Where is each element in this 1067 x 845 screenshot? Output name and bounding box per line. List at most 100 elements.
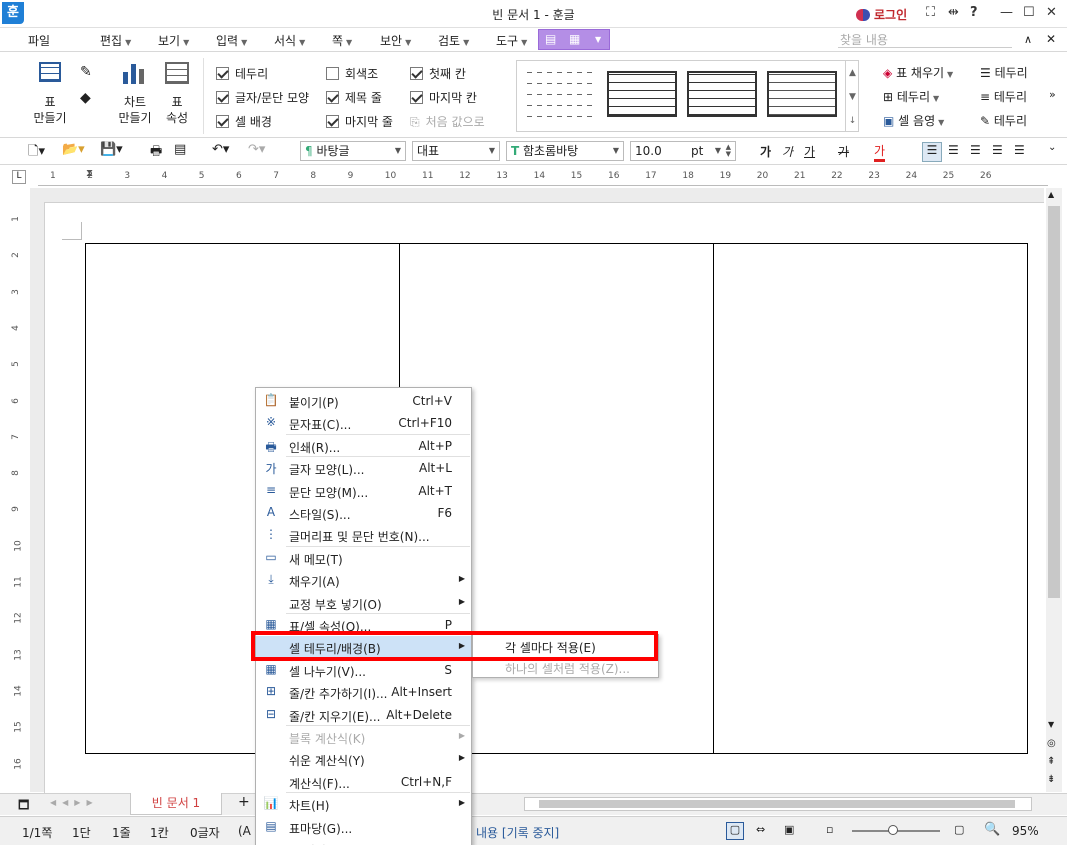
menu-review[interactable]: 검토 ▼ bbox=[438, 32, 469, 49]
context-menu-item[interactable]: ⊞ 줄/칸 추가하기(I)... Alt+Insert bbox=[256, 681, 471, 703]
context-menu-item[interactable]: ⤓ 채우기(A) ▶ bbox=[256, 569, 471, 591]
table-style-grid3[interactable] bbox=[767, 71, 837, 117]
table-fill-button[interactable]: ◈ 표 채우기 ▼ bbox=[883, 64, 953, 81]
table-make-button[interactable]: 표 만들기 bbox=[20, 62, 80, 126]
menu-tools[interactable]: 도구 ▼ bbox=[496, 32, 527, 49]
chart-make-button[interactable]: 차트 만들기 bbox=[110, 62, 160, 126]
menu-insert[interactable]: 입력 ▼ bbox=[216, 32, 247, 49]
context-menu-item[interactable]: 📊 차트(H) ▶ bbox=[256, 793, 471, 815]
toolbar-more-icon[interactable]: ⌄ bbox=[1048, 142, 1056, 153]
gallery-scroll[interactable]: ▲ ▼ ↓ bbox=[845, 61, 859, 131]
context-menu-item[interactable]: A 스타일(S)... F6 bbox=[256, 502, 471, 524]
scroll-up-icon[interactable]: ▲ bbox=[1048, 190, 1054, 199]
indent-marker[interactable]: ⧗ bbox=[86, 168, 93, 179]
page-view-icon[interactable]: ◎ bbox=[1047, 738, 1056, 749]
hscroll-thumb[interactable] bbox=[539, 800, 1015, 808]
undo-icon[interactable]: ↶▾ bbox=[212, 142, 229, 157]
menu-file[interactable]: 파일 bbox=[28, 32, 50, 49]
tab-document[interactable]: 빈 문서 1 bbox=[130, 793, 222, 815]
collapse-ribbon-icon[interactable]: ∧ bbox=[1024, 33, 1032, 46]
context-menu-item[interactable]: 계산식(F)... Ctrl+N,F bbox=[256, 771, 471, 793]
redo-icon[interactable]: ↷▾ bbox=[248, 142, 265, 157]
table-style-grid1[interactable] bbox=[607, 71, 677, 117]
login-button[interactable]: 로그인 bbox=[856, 6, 907, 23]
zoom-slider-handle[interactable] bbox=[888, 825, 898, 835]
bold-button[interactable]: 가 bbox=[760, 143, 771, 160]
font-color-button[interactable]: 가 bbox=[874, 142, 886, 162]
menu-page[interactable]: 쪽 ▼ bbox=[332, 32, 352, 49]
context-menu-item[interactable]: 🖶 인쇄(R)... Alt+P bbox=[256, 435, 471, 457]
border-color-button[interactable]: ✎ 테두리 bbox=[980, 112, 1027, 129]
vertical-ruler[interactable]: 1 2 3 4 5 6 7 8 9 10 11 12 13 14 15 16 bbox=[10, 196, 28, 796]
menu-format[interactable]: 서식 ▼ bbox=[274, 32, 305, 49]
zoom-out-icon[interactable]: ▫ bbox=[826, 823, 833, 836]
context-menu-item[interactable]: ≡ 문단 모양(M)... Alt+T bbox=[256, 480, 471, 502]
context-menu-item[interactable]: 표 뒤집기(D)... bbox=[256, 838, 471, 845]
maximize-icon[interactable]: ☐ bbox=[1023, 5, 1035, 20]
border-style-button[interactable]: ☰ 테두리 bbox=[980, 64, 1028, 81]
save-icon[interactable]: 💾▾ bbox=[100, 142, 123, 157]
context-menu-item[interactable]: 교정 부호 넣기(O) ▶ bbox=[256, 592, 471, 614]
align-distribute-icon[interactable]: ☰ bbox=[1014, 143, 1025, 157]
table-design-tab[interactable]: ▤ ▦ ▼ bbox=[538, 29, 610, 50]
context-menu-item[interactable]: ⋮ 글머리표 및 문단 번호(N)... bbox=[256, 524, 471, 546]
menu-view[interactable]: 보기 ▼ bbox=[158, 32, 189, 49]
fullscreen-icon[interactable]: ⛶ bbox=[926, 5, 935, 20]
table-style-grid2[interactable] bbox=[687, 71, 757, 117]
normal-view-icon[interactable]: ▢ bbox=[726, 822, 744, 840]
status-track[interactable]: 내용 [기록 중지] bbox=[476, 824, 559, 841]
cell-draw-icon[interactable]: ✎ bbox=[80, 64, 92, 80]
reset-button[interactable]: ⎘ 처음 값으로 bbox=[410, 113, 485, 130]
context-menu-item[interactable]: 쉬운 계산식(Y) ▶ bbox=[256, 748, 471, 770]
menu-edit[interactable]: 편집 ▼ bbox=[100, 32, 131, 49]
check-title-row[interactable]: 제목 줄 bbox=[326, 89, 382, 106]
open-folder-icon[interactable]: 📂▾ bbox=[62, 142, 85, 157]
close-doc-icon[interactable]: ✕ bbox=[1046, 32, 1056, 46]
align-left-icon[interactable]: ☰ bbox=[948, 143, 959, 157]
check-grayscale[interactable]: 회색조 bbox=[326, 65, 378, 82]
context-menu-item[interactable]: ▭ 새 메모(T) bbox=[256, 547, 471, 569]
add-tab-icon[interactable]: + bbox=[238, 794, 250, 810]
check-border[interactable]: 테두리 bbox=[216, 65, 268, 82]
menu-security[interactable]: 보안 ▼ bbox=[380, 32, 411, 49]
border-width-button[interactable]: ≡ 테두리 bbox=[980, 88, 1027, 105]
context-menu-item[interactable]: ※ 문자표(C)... Ctrl+F10 bbox=[256, 412, 471, 434]
context-menu-item[interactable]: ⊟ 줄/칸 지우기(E)... Alt+Delete bbox=[256, 704, 471, 726]
zoom-slider[interactable] bbox=[852, 825, 940, 835]
ruler-corner[interactable]: L bbox=[12, 170, 26, 184]
scroll-down-icon[interactable]: ▼ bbox=[1048, 720, 1054, 729]
context-menu-item[interactable]: ▦ 셀 나누기(V)... S bbox=[256, 659, 471, 681]
style-select[interactable]: ¶ 바탕글 ▼ bbox=[300, 141, 406, 161]
resize-icon[interactable]: ⇹ bbox=[948, 5, 959, 20]
horizontal-scrollbar[interactable] bbox=[524, 797, 1032, 811]
full-view-icon[interactable]: ▣ bbox=[784, 823, 794, 836]
table-props-button[interactable]: 표 속성 bbox=[160, 62, 194, 126]
prev-page-icon[interactable]: ⇞ bbox=[1047, 756, 1055, 767]
context-menu-item[interactable]: 블록 계산식(K) ▶ bbox=[256, 726, 471, 748]
strike-button[interactable]: 가 bbox=[838, 143, 849, 160]
scroll-thumb[interactable] bbox=[1048, 206, 1060, 598]
horizontal-ruler[interactable]: 1 2 3 4 5 6 7 8 9 10 11 12 13 14 15 16 17 18 19 20 21 22 23 24 2… bbox=[38, 168, 1048, 186]
cell-shade-button[interactable]: ▣ 셀 음영 ▼ bbox=[883, 112, 944, 129]
magnifier-icon[interactable]: 🔍 bbox=[984, 822, 1000, 837]
zoom-in-icon[interactable]: ▢ bbox=[954, 823, 964, 836]
check-last-col[interactable]: 마지막 칸 bbox=[410, 89, 477, 106]
font-size-input[interactable]: 10.0 pt ▼ ▲ ▼ bbox=[630, 141, 736, 161]
web-view-icon[interactable]: ⇔ bbox=[756, 823, 765, 836]
check-cell-bg[interactable]: 셀 배경 bbox=[216, 113, 272, 130]
align-center-icon[interactable]: ☰ bbox=[970, 143, 981, 157]
language-select[interactable]: 대표 ▼ bbox=[412, 141, 500, 161]
check-first-col[interactable]: 첫째 칸 bbox=[410, 65, 466, 82]
minimize-icon[interactable]: — bbox=[1000, 5, 1013, 20]
context-menu-item[interactable]: 📋 붙이기(P) Ctrl+V bbox=[256, 390, 471, 412]
check-char-para[interactable]: 글자/문단 모양 bbox=[216, 89, 309, 106]
zoom-level[interactable]: 95% bbox=[1012, 824, 1039, 838]
ribbon-more-icon[interactable]: » bbox=[1049, 88, 1056, 101]
stepper-icon[interactable]: ▲ ▼ bbox=[726, 144, 731, 158]
italic-button[interactable]: 가 bbox=[782, 143, 793, 160]
border-button[interactable]: ⊞ 테두리 ▼ bbox=[883, 88, 939, 105]
help-icon[interactable]: ? bbox=[970, 5, 978, 20]
align-justify-icon[interactable]: ☰ bbox=[922, 142, 942, 162]
search-input[interactable]: 찾을 내용 bbox=[838, 31, 1012, 48]
font-select[interactable]: T 함초롬바탕 ▼ bbox=[506, 141, 624, 161]
